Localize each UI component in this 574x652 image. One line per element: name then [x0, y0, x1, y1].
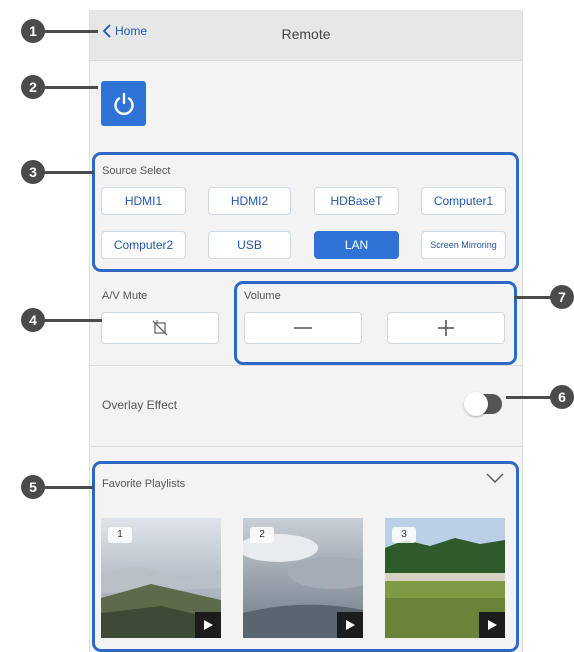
source-select-highlight	[92, 152, 519, 272]
divider	[90, 365, 522, 366]
volume-highlight	[234, 281, 517, 365]
overlay-effect-toggle[interactable]	[464, 392, 502, 416]
playlists-highlight	[92, 461, 519, 652]
av-mute-icon	[152, 320, 168, 336]
header-bar: Home Remote	[90, 10, 522, 61]
av-mute-button[interactable]	[101, 312, 219, 344]
power-button[interactable]	[101, 81, 146, 126]
av-mute-label: A/V Mute	[102, 290, 148, 302]
divider	[90, 446, 522, 447]
overlay-effect-label: Overlay Effect	[102, 398, 178, 412]
power-icon	[113, 92, 134, 115]
page-title: Remote	[281, 26, 331, 42]
toggle-knob	[464, 392, 488, 416]
